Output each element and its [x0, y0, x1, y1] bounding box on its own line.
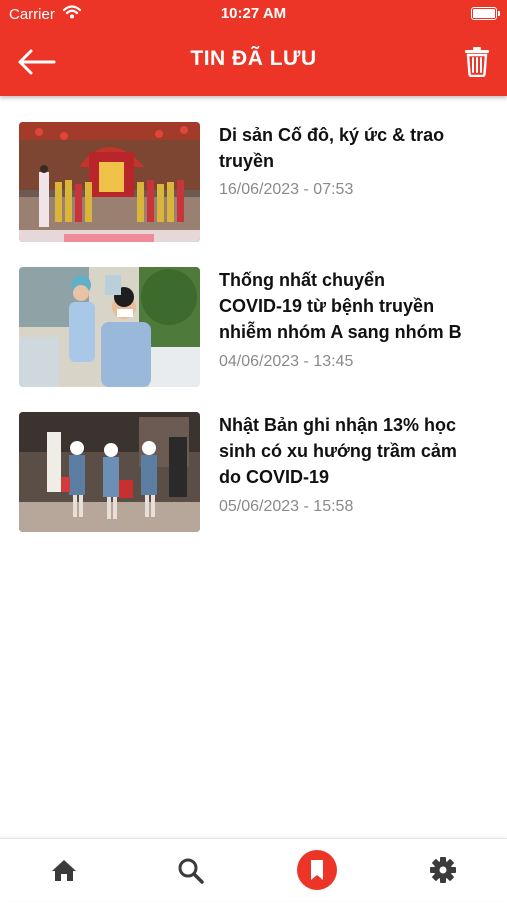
app-header: Carrier 10:27 AM TIN ĐÃ LƯU: [0, 0, 507, 96]
saved-article-item[interactable]: Di sản Cố đô, ký ức & trao truyền 16/06/…: [0, 122, 507, 246]
bottom-tab-bar: [0, 838, 507, 901]
japan-students-photo: [19, 412, 200, 532]
tab-search[interactable]: [161, 839, 221, 901]
page-title: TIN ĐÃ LƯU: [190, 47, 317, 70]
saved-article-item[interactable]: Thống nhất chuyển COVID-19 từ bệnh truyề…: [0, 267, 507, 391]
tab-home[interactable]: [34, 839, 94, 901]
delete-all-button[interactable]: [463, 45, 491, 78]
hue-ceremony-photo: [19, 122, 200, 242]
bookmark-icon: [297, 850, 337, 890]
status-bar: Carrier 10:27 AM: [0, 0, 507, 28]
vaccination-photo: [19, 267, 200, 387]
article-title: Thống nhất chuyển COVID-19 từ bệnh truyề…: [219, 270, 462, 342]
tab-saved[interactable]: [287, 839, 347, 901]
article-title: Di sản Cố đô, ký ức & trao truyền: [219, 125, 445, 171]
status-time: 10:27 AM: [220, 5, 287, 22]
tab-settings[interactable]: [413, 839, 473, 901]
battery-icon: [471, 7, 500, 20]
trash-icon: [465, 47, 489, 78]
article-date: 16/06/2023 - 07:53: [219, 181, 354, 198]
gear-icon: [430, 857, 456, 883]
home-icon: [52, 860, 76, 881]
search-icon: [178, 858, 204, 884]
article-date: 04/06/2023 - 13:45: [219, 353, 354, 370]
article-date: 05/06/2023 - 15:58: [219, 498, 354, 515]
article-title: Nhật Bản ghi nhận 13% học sinh có xu hướ…: [219, 415, 457, 487]
saved-article-item[interactable]: Nhật Bản ghi nhận 13% học sinh có xu hướ…: [0, 412, 507, 536]
